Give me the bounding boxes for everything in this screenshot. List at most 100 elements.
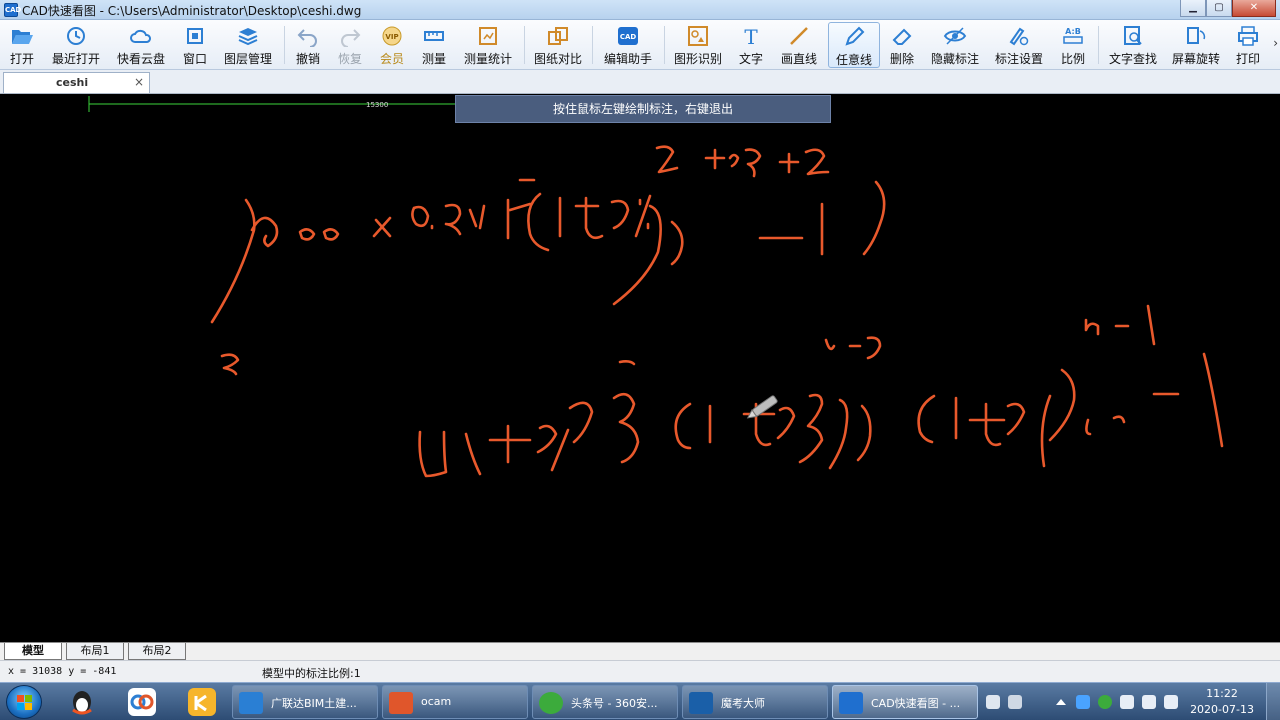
rotate-screen-label: 屏幕旋转	[1171, 52, 1220, 66]
measure-button[interactable]: 测量	[418, 22, 450, 68]
clock[interactable]: 11:22 2020-07-13	[1190, 686, 1254, 718]
tray-expand-icon[interactable]	[1056, 699, 1066, 705]
hide-marks-button[interactable]: 隐藏标注	[928, 22, 982, 68]
scale-button[interactable]: A:B 比例	[1056, 22, 1090, 68]
redo-button[interactable]: 恢复	[334, 22, 366, 68]
edit-assist-badge: CAD	[620, 33, 637, 41]
text-icon: T	[744, 25, 758, 47]
task-label: ocam	[421, 695, 452, 708]
line-button[interactable]: 画直线	[778, 22, 820, 68]
clock-date: 2020-07-13	[1190, 703, 1254, 716]
pen-icon	[845, 26, 865, 46]
tab-layout2[interactable]: 布局2	[128, 643, 186, 660]
browser-360-icon	[539, 692, 563, 714]
delete-button[interactable]: 删除	[886, 22, 918, 68]
recent-label: 最近打开	[51, 52, 100, 66]
mark-settings-button[interactable]: 标注设置	[992, 22, 1046, 68]
measure-stats-label: 测量统计	[463, 52, 512, 66]
window-label: 窗口	[182, 52, 207, 66]
text-button[interactable]: T 文字	[734, 22, 768, 68]
pen-cursor-icon	[746, 395, 778, 419]
vip-icon: VIP	[382, 26, 402, 46]
vip-button[interactable]: VIP 会员	[376, 22, 408, 68]
minimize-button[interactable]: ▁	[1180, 0, 1206, 17]
ime-icon[interactable]	[1008, 695, 1022, 709]
compare-button[interactable]: 图纸对比	[532, 22, 584, 68]
toolbar-separator	[664, 26, 665, 64]
undo-icon	[297, 29, 317, 47]
title-bar[interactable]: CAD CAD快速看图 - C:\Users\Administrator\Des…	[0, 0, 1280, 20]
find-text-button[interactable]: 文字查找	[1106, 22, 1160, 68]
edit-assist-button[interactable]: CAD 编辑助手	[600, 22, 656, 68]
freehand-button[interactable]: 任意线	[828, 22, 880, 68]
power-icon[interactable]	[1164, 695, 1178, 709]
recent-button[interactable]: 最近打开	[48, 22, 104, 68]
windows-taskbar: 广联达BIM土建... ocam 头条号 - 360安... 魔考大师 CAD快…	[0, 682, 1280, 720]
task-360-browser[interactable]: 头条号 - 360安...	[532, 685, 678, 719]
task-ocam[interactable]: ocam	[382, 685, 528, 719]
delete-label: 删除	[889, 52, 914, 66]
scale-ab-icon: A:B	[1063, 27, 1083, 44]
tab-model[interactable]: 模型	[4, 643, 62, 660]
maximize-button[interactable]: ▢	[1206, 0, 1232, 17]
toolbar-more-chevron-icon[interactable]: ›	[1273, 36, 1278, 50]
mokao-icon	[689, 692, 713, 714]
edit-assist-label: 编辑助手	[603, 52, 652, 66]
task-cad-viewer[interactable]: CAD快速看图 - ...	[832, 685, 978, 719]
security-icon[interactable]	[1076, 695, 1090, 709]
cad-app-icon: CAD	[4, 3, 21, 17]
status-bar: x = 31038 y = -841 模型中的标注比例:1	[0, 660, 1280, 682]
cad-icon	[839, 692, 863, 714]
360-tray-icon[interactable]	[1098, 695, 1112, 709]
task-label: 魔考大师	[721, 697, 765, 710]
find-text-label: 文字查找	[1108, 52, 1157, 66]
rotate-screen-button[interactable]: 屏幕旋转	[1170, 22, 1222, 68]
freehand-annotations	[88, 96, 1224, 478]
line-icon	[790, 27, 808, 45]
kuaizip-icon[interactable]	[182, 686, 222, 718]
text-label: 文字	[738, 52, 763, 66]
close-button[interactable]: ✕	[1232, 0, 1276, 17]
drawing-canvas[interactable]: 15300 按住鼠标左键绘制标注，右键退出	[0, 95, 1280, 642]
task-mokao[interactable]: 魔考大师	[682, 685, 828, 719]
task-label: 广联达BIM土建...	[271, 697, 357, 710]
windows-logo-icon	[17, 695, 32, 710]
open-button[interactable]: 打开	[4, 22, 40, 68]
measure-stats-icon	[479, 27, 497, 45]
task-label: 头条号 - 360安...	[571, 697, 658, 710]
vip-badge-text: VIP	[385, 33, 398, 41]
shape-recognition-label: 图形识别	[673, 52, 722, 66]
qq-icon[interactable]	[62, 686, 102, 718]
undo-label: 撤销	[295, 52, 320, 66]
ruler-icon	[424, 31, 444, 41]
app-window: CAD CAD快速看图 - C:\Users\Administrator\Des…	[0, 0, 1280, 720]
layers-button[interactable]: 图层管理	[222, 22, 274, 68]
network-icon[interactable]	[1120, 695, 1134, 709]
undo-button[interactable]: 撤销	[292, 22, 324, 68]
clock-icon	[67, 27, 85, 45]
print-label: 打印	[1235, 52, 1260, 66]
cloud-button[interactable]: 快看云盘	[114, 22, 168, 68]
window-button[interactable]: 窗口	[178, 22, 212, 68]
measure-stats-button[interactable]: 测量统计	[460, 22, 516, 68]
shape-recognition-button[interactable]: 图形识别	[672, 22, 724, 68]
tab-layout1[interactable]: 布局1	[66, 643, 124, 660]
baidu-netdisk-icon[interactable]	[122, 686, 162, 718]
document-tab[interactable]: ceshi ×	[3, 72, 150, 93]
layout-tab-bar: 模型 布局1 布局2	[0, 642, 1280, 660]
cursor-coordinates: x = 31038 y = -841	[8, 666, 117, 677]
compare-label: 图纸对比	[533, 52, 582, 66]
show-desktop-button[interactable]	[1266, 683, 1280, 720]
layers-icon	[238, 28, 258, 46]
close-tab-icon[interactable]: ×	[134, 75, 144, 89]
mark-settings-icon	[1009, 27, 1029, 46]
open-label: 打开	[9, 52, 34, 66]
task-glodon[interactable]: 广联达BIM土建...	[232, 685, 378, 719]
volume-icon[interactable]	[1142, 695, 1156, 709]
vip-label: 会员	[379, 52, 404, 66]
keyboard-icon[interactable]	[986, 695, 1000, 709]
clock-time: 11:22	[1206, 687, 1238, 700]
print-button[interactable]: 打印	[1232, 22, 1264, 68]
handwriting-strokes	[210, 145, 1224, 478]
start-button[interactable]	[6, 685, 42, 719]
